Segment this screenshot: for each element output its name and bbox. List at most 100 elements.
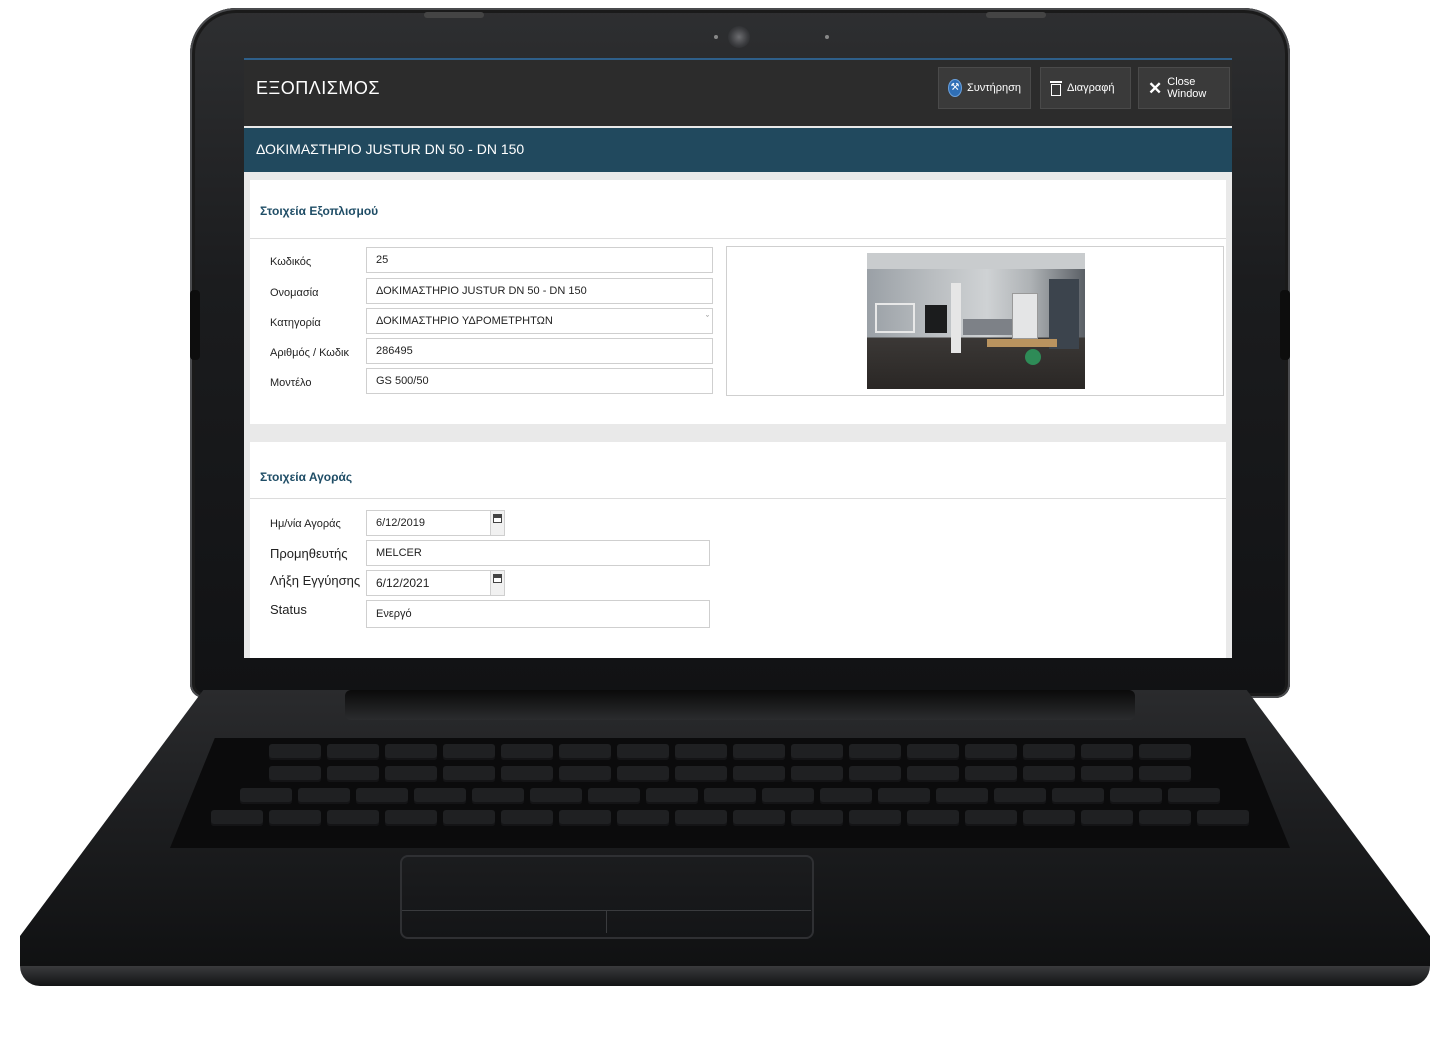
serial-field[interactable]: 286495 xyxy=(366,338,713,364)
key xyxy=(907,810,959,826)
key xyxy=(791,810,843,826)
key xyxy=(704,788,756,804)
key xyxy=(849,766,901,782)
status-label: Status xyxy=(270,602,307,617)
key xyxy=(994,788,1046,804)
photo-ceiling xyxy=(867,253,1085,269)
name-field[interactable]: ΔΟΚΙΜΑΣΤΗΡΙΟ JUSTUR DN 50 - DN 150 xyxy=(366,278,713,304)
key-row xyxy=(170,810,1290,828)
warranty-end-field[interactable]: 6/12/2021 xyxy=(366,570,505,596)
key xyxy=(965,810,1017,826)
model-label: Μοντέλο xyxy=(270,377,312,389)
equipment-panel: Στοιχεία Εξοπλισμού Κωδικός 25 Ονομασία … xyxy=(250,180,1226,424)
key xyxy=(385,810,437,826)
divider xyxy=(250,238,1226,239)
delete-button[interactable]: Διαγραφή xyxy=(1040,67,1131,109)
key xyxy=(675,766,727,782)
key xyxy=(1197,810,1249,826)
key xyxy=(733,766,785,782)
key xyxy=(559,810,611,826)
purchase-date-label: Ημ/νία Αγοράς xyxy=(270,518,341,530)
key xyxy=(849,810,901,826)
category-select-value: ΔΟΚΙΜΑΣΤΗΡΙΟ ΥΔΡΟΜΕΤΡΗΤΩΝ xyxy=(376,315,553,327)
key xyxy=(1023,766,1075,782)
microphone-dot xyxy=(825,35,829,39)
supplier-field[interactable]: MELCER xyxy=(366,540,710,566)
key xyxy=(617,766,669,782)
side-port xyxy=(1280,290,1290,360)
key xyxy=(501,810,553,826)
section-heading: Στοιχεία Εξοπλισμού xyxy=(260,204,379,218)
record-title: ΔΟΚΙΜΑΣΤΗΡΙΟ JUSTUR DN 50 - DN 150 xyxy=(256,141,525,157)
status-field[interactable]: Ενεργό xyxy=(366,600,710,628)
microphone-dot xyxy=(714,35,718,39)
calendar-button[interactable] xyxy=(490,571,504,595)
key xyxy=(907,744,959,760)
key xyxy=(1139,766,1191,782)
key xyxy=(588,788,640,804)
photo-rack xyxy=(875,303,915,333)
key xyxy=(965,766,1017,782)
equipment-photo xyxy=(867,253,1085,389)
purchase-panel: Στοιχεία Αγοράς Ημ/νία Αγοράς 6/12/2019 … xyxy=(250,442,1226,658)
divider xyxy=(250,498,1226,499)
photo-pump xyxy=(1025,349,1041,365)
key-row xyxy=(170,788,1290,806)
key xyxy=(269,744,321,760)
delete-button-label: Διαγραφή xyxy=(1067,82,1115,94)
touchpad-left-button xyxy=(402,910,606,933)
supplier-label: Προμηθευτής xyxy=(270,546,348,561)
key xyxy=(414,788,466,804)
key xyxy=(211,810,263,826)
keyboard xyxy=(170,738,1290,848)
close-window-button[interactable]: ✕ Close Window xyxy=(1138,67,1230,109)
chevron-down-icon[interactable]: ˇ xyxy=(706,314,709,324)
warranty-end-value: 6/12/2021 xyxy=(376,576,430,590)
photo-table xyxy=(987,339,1057,347)
key xyxy=(1110,788,1162,804)
laptop-frame: ΕΞΟΠΛΙΣΜΟΣ ⚒ Συντήρηση Διαγραφή ✕ Close … xyxy=(0,0,1450,1059)
key xyxy=(762,788,814,804)
maintenance-button[interactable]: ⚒ Συντήρηση xyxy=(938,67,1031,109)
key xyxy=(733,810,785,826)
key xyxy=(443,744,495,760)
key xyxy=(530,788,582,804)
calendar-icon xyxy=(493,574,502,583)
key xyxy=(472,788,524,804)
key xyxy=(820,788,872,804)
code-field[interactable]: 25 xyxy=(366,247,713,273)
purchase-date-field[interactable]: 6/12/2019 xyxy=(366,510,505,536)
key xyxy=(791,766,843,782)
section-heading: Στοιχεία Αγοράς xyxy=(260,470,353,484)
key xyxy=(936,788,988,804)
key xyxy=(1139,810,1191,826)
key xyxy=(1081,744,1133,760)
photo-cabinet xyxy=(1012,293,1038,339)
laptop-base-edge xyxy=(20,966,1430,986)
key xyxy=(1052,788,1104,804)
key xyxy=(559,744,611,760)
key xyxy=(1023,744,1075,760)
category-select[interactable]: ΔΟΚΙΜΑΣΤΗΡΙΟ ΥΔΡΟΜΕΤΡΗΤΩΝ ˇ xyxy=(366,308,713,334)
photo-pillar xyxy=(951,283,961,353)
model-field[interactable]: GS 500/50 xyxy=(366,368,713,394)
key-row xyxy=(170,744,1290,762)
touchpad-right-button xyxy=(606,910,811,933)
key xyxy=(240,788,292,804)
close-window-button-label: Close Window xyxy=(1167,76,1207,100)
equipment-photo-frame xyxy=(726,246,1224,396)
trash-icon xyxy=(1050,80,1062,96)
calendar-button[interactable] xyxy=(490,511,504,535)
side-port xyxy=(190,290,200,360)
key xyxy=(791,744,843,760)
key xyxy=(733,744,785,760)
key xyxy=(356,788,408,804)
key xyxy=(269,810,321,826)
bezel-notch xyxy=(986,12,1046,18)
maintenance-button-label: Συντήρηση xyxy=(966,82,1021,94)
key xyxy=(646,788,698,804)
key xyxy=(327,744,379,760)
key xyxy=(1081,766,1133,782)
laptop-hinge xyxy=(345,690,1135,720)
key xyxy=(327,766,379,782)
